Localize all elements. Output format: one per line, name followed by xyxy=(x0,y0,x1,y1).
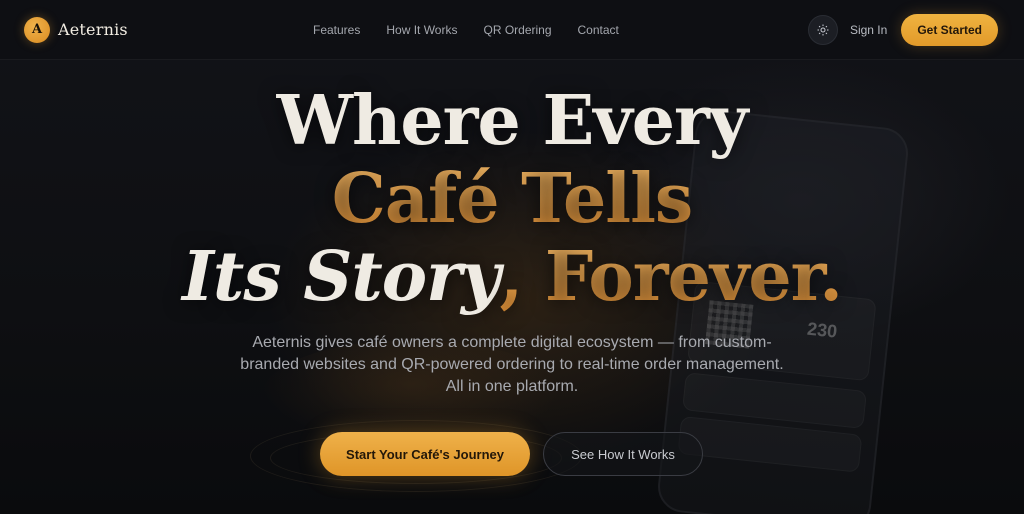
hero-title: Where Every Café Tells Its Story, Foreve… xyxy=(0,82,1024,316)
nav-link-how-it-works[interactable]: How It Works xyxy=(386,23,457,37)
page: 230 A Aeternis Features How It Works QR … xyxy=(0,0,1024,514)
sign-in-link[interactable]: Sign In xyxy=(850,23,887,37)
see-how-it-works-button[interactable]: See How It Works xyxy=(543,432,703,476)
nav-link-contact[interactable]: Contact xyxy=(578,23,619,37)
brand-logo-icon: A xyxy=(24,16,50,43)
brand-name: Aeternis xyxy=(58,20,128,39)
hero-subtitle: Aeternis gives café owners a complete di… xyxy=(240,334,784,395)
nav-actions: Sign In Get Started xyxy=(807,0,998,60)
get-started-button[interactable]: Get Started xyxy=(901,14,998,46)
nav-link-features[interactable]: Features xyxy=(313,23,360,37)
hero-title-line-2: Café Tells xyxy=(0,160,1024,238)
start-journey-button[interactable]: Start Your Café's Journey xyxy=(320,432,530,476)
hero-title-line-3: Its Story, Forever. xyxy=(0,238,1024,316)
theme-toggle-button[interactable] xyxy=(807,15,838,45)
hero-title-italic: Its Story xyxy=(182,237,500,317)
nav-links: Features How It Works QR Ordering Contac… xyxy=(313,0,619,60)
phone-order-number: 230 xyxy=(806,318,839,342)
sun-icon xyxy=(817,24,829,36)
brand-logo-link[interactable]: A Aeternis xyxy=(24,16,128,43)
hero-title-line-1: Where Every xyxy=(276,81,749,161)
top-navbar: A Aeternis Features How It Works QR Orde… xyxy=(0,0,1024,60)
hero-title-highlight: , Forever. xyxy=(499,237,843,317)
nav-link-qr-ordering[interactable]: QR Ordering xyxy=(483,23,551,37)
